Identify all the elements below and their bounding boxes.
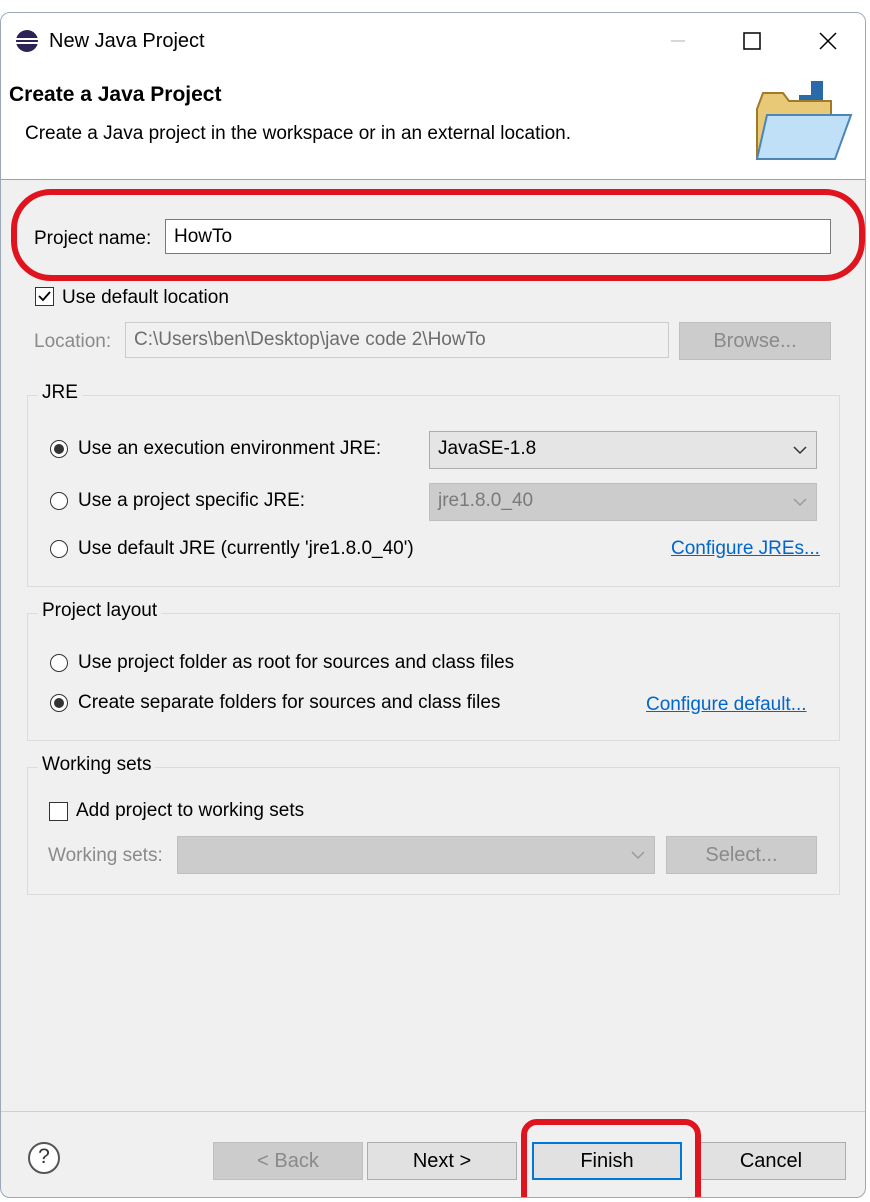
eclipse-icon <box>15 29 39 58</box>
layout-separate-radio[interactable] <box>50 694 68 712</box>
use-default-location-checkbox[interactable] <box>35 287 54 306</box>
jre-default-label: Use default JRE (currently 'jre1.8.0_40'… <box>78 538 414 559</box>
project-specific-jre-select: jre1.8.0_40 <box>429 483 817 521</box>
configure-jres-link[interactable]: Configure JREs... <box>671 538 820 560</box>
wizard-header: Create a Java Project Create a Java proj… <box>1 69 865 180</box>
java-folder-icon <box>753 79 853 168</box>
back-button: < Back <box>213 1142 363 1180</box>
checkmark-icon <box>38 291 51 302</box>
project-layout-group-title: Project layout <box>38 600 162 622</box>
minimize-icon <box>671 40 685 42</box>
exec-env-value: JavaSE-1.8 <box>438 438 537 459</box>
layout-root-radio[interactable] <box>50 654 68 672</box>
working-sets-label: Working sets: <box>48 845 163 866</box>
cancel-button[interactable]: Cancel <box>696 1142 846 1180</box>
chevron-down-icon <box>631 851 645 860</box>
minimize-button[interactable] <box>653 23 703 59</box>
next-button[interactable]: Next > <box>367 1142 517 1180</box>
layout-separate-label: Create separate folders for sources and … <box>78 692 501 713</box>
jre-project-specific-label: Use a project specific JRE: <box>78 490 306 511</box>
browse-button: Browse... <box>679 322 831 360</box>
footer-separator <box>1 1111 865 1112</box>
working-sets-group-title: Working sets <box>38 754 156 776</box>
window-title: New Java Project <box>49 30 205 52</box>
page-description: Create a Java project in the workspace o… <box>25 123 572 144</box>
project-name-label: Project name: <box>34 228 152 249</box>
finish-button[interactable]: Finish <box>532 1142 682 1180</box>
help-button[interactable]: ? <box>27 1141 61 1180</box>
maximize-button[interactable] <box>727 23 777 59</box>
add-to-working-sets-checkbox[interactable] <box>49 802 68 821</box>
location-input <box>125 322 669 358</box>
help-symbol: ? <box>38 1145 50 1168</box>
jre-project-specific-radio[interactable] <box>50 492 68 510</box>
jre-exec-env-label: Use an execution environment JRE: <box>78 438 382 459</box>
chevron-down-icon <box>793 446 807 455</box>
jre-exec-env-radio[interactable] <box>50 440 68 458</box>
close-icon <box>819 32 837 50</box>
use-default-location-label: Use default location <box>62 287 229 308</box>
select-working-sets-button: Select... <box>666 836 817 874</box>
add-to-working-sets-label: Add project to working sets <box>76 800 305 821</box>
maximize-icon <box>743 32 761 50</box>
exec-env-select[interactable]: JavaSE-1.8 <box>429 431 817 469</box>
chevron-down-icon <box>793 498 807 507</box>
jre-default-radio[interactable] <box>50 540 68 558</box>
new-java-project-dialog: New Java Project Create a Java Project C… <box>0 12 866 1198</box>
project-specific-jre-value: jre1.8.0_40 <box>438 490 534 511</box>
project-name-input[interactable] <box>165 219 831 254</box>
project-layout-group: Project layout <box>27 600 840 741</box>
working-sets-select <box>177 836 655 874</box>
working-sets-group: Working sets <box>27 754 840 895</box>
location-label: Location: <box>34 331 112 352</box>
page-title: Create a Java Project <box>9 83 222 106</box>
layout-root-label: Use project folder as root for sources a… <box>78 652 515 673</box>
close-button[interactable] <box>803 23 853 59</box>
title-bar: New Java Project <box>1 13 865 69</box>
jre-group-title: JRE <box>38 382 82 404</box>
configure-default-link[interactable]: Configure default... <box>646 694 807 716</box>
